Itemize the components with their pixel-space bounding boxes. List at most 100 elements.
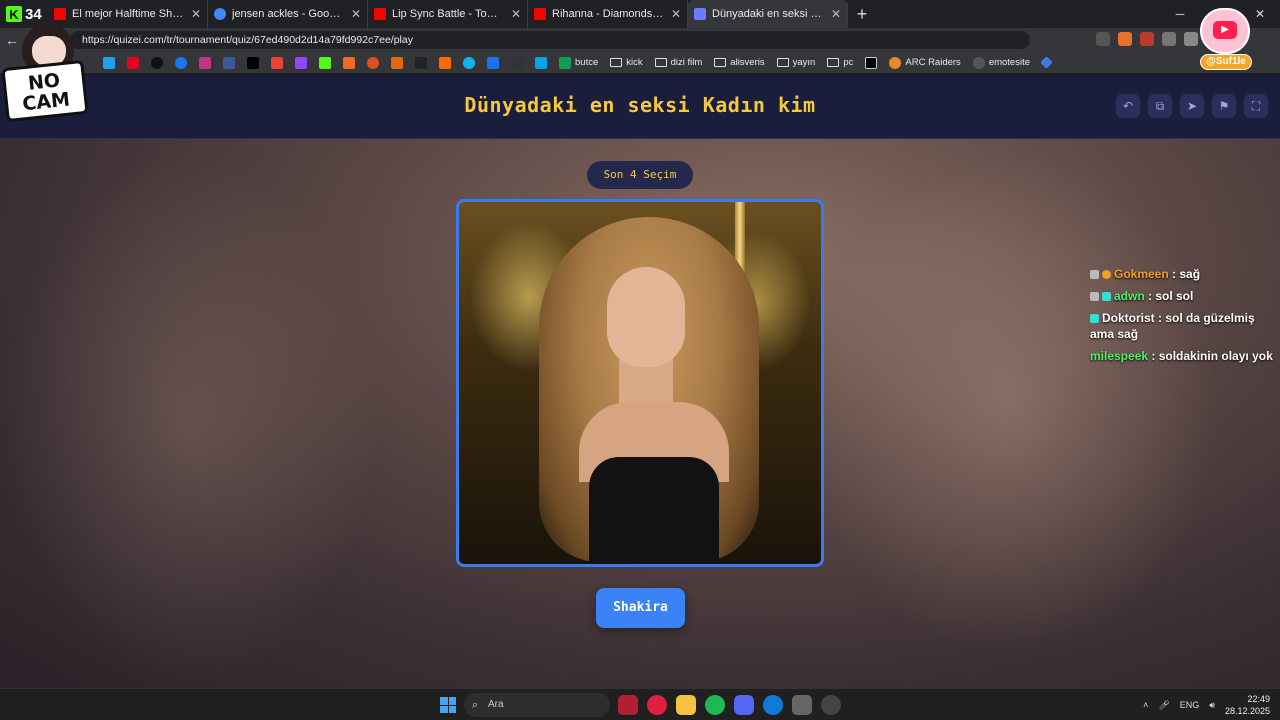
round-badge: Son 4 Seçim xyxy=(587,161,693,189)
extension-icon[interactable] xyxy=(1184,32,1198,46)
channel-handle: @Suf1le xyxy=(1200,54,1252,70)
chat-text: : soldakinin olayı yok xyxy=(1148,349,1273,363)
fullscreen-icon[interactable]: ⛶ xyxy=(1244,94,1268,118)
send-icon[interactable]: ➤ xyxy=(1180,94,1204,118)
spotify-icon[interactable] xyxy=(705,695,725,715)
search-placeholder: Ara xyxy=(488,699,504,710)
chevron-up-icon[interactable]: ˄ xyxy=(1143,700,1148,710)
bookmark-app[interactable] xyxy=(220,54,238,72)
bookmark-yayin[interactable]: yayın xyxy=(774,54,819,72)
background-glow xyxy=(800,155,1220,655)
candidate-name-button[interactable]: Shakira xyxy=(596,588,685,628)
bookmark-app[interactable] xyxy=(508,54,526,72)
photo-outfit xyxy=(589,457,719,564)
tab-quiz[interactable]: Dünyadaki en seksi Kadın kim - Ti ✕ xyxy=(688,0,848,28)
chat-text: : sol sol xyxy=(1144,289,1194,303)
bookmark-app[interactable] xyxy=(364,54,382,72)
volume-icon[interactable]: 🔊︎ xyxy=(1209,700,1215,711)
bookmark-app[interactable] xyxy=(436,54,454,72)
minimize-icon[interactable]: ─ xyxy=(1160,0,1200,28)
tab-google[interactable]: jensen ackles - Google'da Ara ✕ xyxy=(208,0,368,28)
badge-icon xyxy=(1090,314,1099,323)
bookmark-app[interactable] xyxy=(196,54,214,72)
bookmark-app[interactable] xyxy=(100,54,118,72)
tab-title: jensen ackles - Google'da Ara xyxy=(232,8,345,20)
badge-icon xyxy=(1090,270,1099,279)
bookmark-app[interactable] xyxy=(244,54,262,72)
chat-username: Doktorist xyxy=(1102,311,1155,325)
close-icon[interactable]: ✕ xyxy=(671,7,681,21)
header-tools: ↶ ⧉ ➤ ⚑ ⛶ xyxy=(1116,94,1268,118)
new-tab-button[interactable]: + xyxy=(848,4,876,25)
bookmark-app[interactable] xyxy=(412,54,430,72)
extension-icon[interactable] xyxy=(1162,32,1176,46)
bookmark-dizi-film[interactable]: dizi film xyxy=(652,54,706,72)
obs-icon[interactable] xyxy=(821,695,841,715)
windows-start-icon[interactable] xyxy=(440,697,456,713)
folder-icon xyxy=(610,58,623,67)
bookmark-alisveris[interactable]: alisveris xyxy=(711,54,767,72)
bookmark-app[interactable] xyxy=(148,54,166,72)
bookmark-arc-raiders[interactable]: ARC Raiders xyxy=(886,54,963,72)
photo-face xyxy=(607,267,685,367)
flag-icon[interactable]: ⚑ xyxy=(1212,94,1236,118)
bookmark-app[interactable] xyxy=(316,54,334,72)
extension-icon[interactable] xyxy=(1140,32,1154,46)
bookmark-label: butce xyxy=(575,57,599,68)
undo-icon[interactable]: ↶ xyxy=(1116,94,1140,118)
chat-message: Gokmeen : sağ xyxy=(1090,266,1280,282)
bookmark-butce[interactable]: butce xyxy=(556,54,601,72)
close-icon[interactable]: ✕ xyxy=(511,7,521,21)
share-icon[interactable]: ⧉ xyxy=(1148,94,1172,118)
clock[interactable]: 22:49 28.12.2025 xyxy=(1225,693,1270,717)
bookmark-app[interactable] xyxy=(862,54,880,72)
tab-lipsync[interactable]: Lip Sync Battle - Tom Holland - Yo ✕ xyxy=(368,0,528,28)
folder-icon xyxy=(654,58,667,67)
bookmark-app[interactable] xyxy=(1039,54,1054,72)
bookmark-label: yayın xyxy=(792,57,816,68)
bookmark-app[interactable] xyxy=(124,54,142,72)
app-icon[interactable] xyxy=(792,695,812,715)
nocam-sticker: NO CAM xyxy=(1,24,90,123)
candidate-photo[interactable] xyxy=(456,199,824,567)
bookmark-app[interactable] xyxy=(388,54,406,72)
valorant-icon[interactable] xyxy=(618,695,638,715)
tab-rihanna[interactable]: Rihanna - Diamonds Live Victoria' ✕ xyxy=(528,0,688,28)
star-icon[interactable] xyxy=(1096,32,1110,46)
bookmark-app[interactable] xyxy=(460,54,478,72)
language-indicator[interactable]: ENG xyxy=(1180,700,1200,710)
clock-date: 28.12.2025 xyxy=(1224,706,1270,716)
bookmark-app[interactable] xyxy=(292,54,310,72)
bookmark-kick[interactable]: kick xyxy=(607,54,645,72)
discord-icon[interactable] xyxy=(734,695,754,715)
file-explorer-icon[interactable] xyxy=(676,695,696,715)
clock-time: 22:49 xyxy=(1247,694,1270,704)
bookmark-emotesite[interactable]: emotesite xyxy=(970,54,1033,72)
opera-icon[interactable] xyxy=(647,695,667,715)
extension-icon[interactable] xyxy=(1118,32,1132,46)
microphone-icon[interactable]: 🎤︎ xyxy=(1158,700,1169,711)
tab-bar: K 34 El mejor Halftime Show Super Bow ✕ … xyxy=(0,0,1280,28)
bookmark-label: alisveris xyxy=(730,57,765,68)
bookmark-app[interactable] xyxy=(268,54,286,72)
bookmark-app[interactable] xyxy=(172,54,190,72)
bookmark-app[interactable] xyxy=(532,54,550,72)
youtube-icon xyxy=(534,8,546,20)
taskbar-search[interactable]: ⌕ Ara xyxy=(464,693,610,717)
close-icon[interactable]: ✕ xyxy=(191,7,201,21)
bookmark-app[interactable] xyxy=(340,54,358,72)
close-icon[interactable]: ✕ xyxy=(831,7,841,21)
quizei-icon xyxy=(694,8,706,20)
url-field[interactable]: https://quizei.com/tr/tournament/quiz/67… xyxy=(70,31,1030,49)
badge-icon xyxy=(1090,292,1099,301)
youtube-play-icon: ▶ xyxy=(1213,21,1237,39)
tab-title: Lip Sync Battle - Tom Holland - Yo xyxy=(392,8,505,20)
nocam-sign: NO CAM xyxy=(1,59,89,123)
youtube-icon xyxy=(374,8,386,20)
close-icon[interactable]: ✕ xyxy=(351,7,361,21)
bookmark-pc[interactable]: pc xyxy=(824,54,856,72)
bookmark-label: pc xyxy=(843,57,854,68)
quiz-header: Dünyadaki en seksi Kadın kim ↶ ⧉ ➤ ⚑ ⛶ xyxy=(0,75,1280,139)
edge-icon[interactable] xyxy=(763,695,783,715)
bookmark-app[interactable] xyxy=(484,54,502,72)
